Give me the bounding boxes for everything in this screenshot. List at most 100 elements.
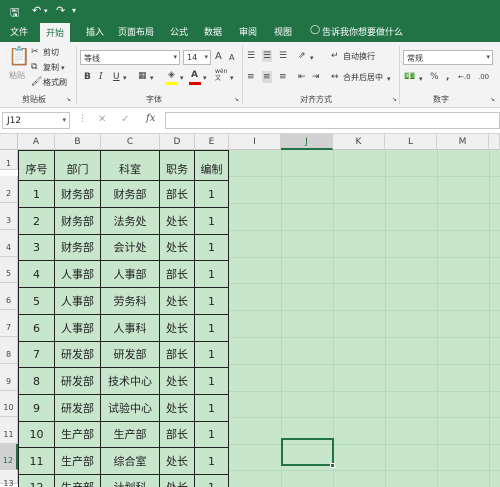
- table-cell[interactable]: 法务处: [101, 208, 160, 235]
- row-header-3[interactable]: 3: [0, 203, 18, 230]
- table-cell[interactable]: 财务部: [55, 208, 101, 235]
- table-cell[interactable]: 计划科: [101, 475, 160, 487]
- underline-dropdown-icon[interactable]: ▾: [123, 72, 127, 84]
- column-header-m[interactable]: M: [437, 134, 489, 150]
- copy-dropdown-icon[interactable]: ▾: [61, 62, 65, 74]
- wrap-text-button[interactable]: 自动换行: [343, 51, 375, 62]
- customize-quick-access-icon[interactable]: ▾: [72, 6, 76, 15]
- row-header-7[interactable]: 7: [0, 310, 18, 337]
- table-cell[interactable]: 1: [195, 315, 229, 342]
- table-cell[interactable]: 财务部: [101, 181, 160, 208]
- table-cell[interactable]: 研发部: [101, 342, 160, 368]
- align-center-icon[interactable]: ≡: [262, 71, 272, 83]
- row-header-10[interactable]: 10: [0, 391, 18, 417]
- undo-dropdown-icon[interactable]: ▾: [44, 7, 48, 15]
- table-cell[interactable]: 1: [195, 422, 229, 448]
- formula-input[interactable]: [165, 112, 500, 129]
- accounting-format-icon[interactable]: 💵: [404, 71, 415, 83]
- table-cell[interactable]: 生产部: [55, 448, 101, 475]
- insert-function-button[interactable]: fx: [146, 113, 155, 124]
- underline-button[interactable]: U: [113, 71, 120, 83]
- borders-dropdown-icon[interactable]: ▾: [150, 72, 154, 84]
- merge-center-button[interactable]: 合并后居中: [343, 72, 383, 83]
- align-left-icon[interactable]: ≡: [247, 71, 255, 83]
- table-header-cell[interactable]: 职务: [160, 150, 195, 181]
- save-icon[interactable]: 🖫: [10, 4, 19, 23]
- table-cell[interactable]: 劳务科: [101, 288, 160, 315]
- table-cell[interactable]: 处长: [160, 448, 195, 475]
- row-header-1[interactable]: 1: [0, 150, 18, 170]
- table-cell[interactable]: 1: [195, 261, 229, 288]
- increase-indent-icon[interactable]: ⇥: [312, 71, 320, 83]
- table-cell[interactable]: 1: [195, 342, 229, 368]
- orientation-dropdown-icon[interactable]: ▾: [310, 52, 314, 64]
- increase-decimal-icon[interactable]: ←.0: [458, 71, 471, 83]
- clipboard-launcher-icon[interactable]: ↘: [66, 94, 71, 106]
- font-color-dropdown-icon[interactable]: ▾: [203, 72, 207, 84]
- tell-me-box[interactable]: 告诉我你想要做什么: [322, 25, 403, 38]
- row-header-8[interactable]: 8: [0, 337, 18, 364]
- table-cell[interactable]: 11: [18, 448, 55, 475]
- top-align-icon[interactable]: ☰: [247, 50, 255, 62]
- tab-view[interactable]: 视图: [274, 25, 292, 38]
- tab-data[interactable]: 数据: [204, 25, 222, 38]
- table-cell[interactable]: 生产部: [55, 475, 101, 487]
- table-cell[interactable]: 1: [195, 395, 229, 422]
- column-header-l[interactable]: L: [385, 134, 437, 150]
- row-header-4[interactable]: 4: [0, 230, 18, 257]
- bold-button[interactable]: B: [84, 71, 91, 83]
- percent-style-button[interactable]: %: [430, 71, 439, 83]
- tab-home[interactable]: 开始: [40, 23, 71, 42]
- table-cell[interactable]: 1: [18, 181, 55, 208]
- table-cell[interactable]: 试验中心: [101, 395, 160, 422]
- table-cell[interactable]: 处长: [160, 315, 195, 342]
- table-cell[interactable]: 1: [195, 181, 229, 208]
- table-cell[interactable]: 会计处: [101, 235, 160, 261]
- number-launcher-icon[interactable]: ↘: [490, 94, 495, 106]
- table-cell[interactable]: 研发部: [55, 368, 101, 395]
- column-header-k[interactable]: K: [333, 134, 385, 150]
- phonetic-dropdown-icon[interactable]: ▾: [230, 72, 234, 84]
- accounting-dropdown-icon[interactable]: ▾: [419, 73, 423, 85]
- tab-formulas[interactable]: 公式: [170, 25, 188, 38]
- table-cell[interactable]: 人事部: [55, 261, 101, 288]
- font-color-icon[interactable]: A: [191, 69, 198, 81]
- column-header-d[interactable]: D: [160, 134, 195, 150]
- table-cell[interactable]: 财务部: [55, 235, 101, 261]
- table-cell[interactable]: 部长: [160, 342, 195, 368]
- paste-button[interactable]: 粘贴: [9, 70, 25, 81]
- grow-font-button[interactable]: A: [215, 51, 222, 63]
- table-cell[interactable]: 1: [195, 208, 229, 235]
- comma-style-button[interactable]: ,: [446, 71, 449, 83]
- row-header-9[interactable]: 9: [0, 364, 18, 391]
- table-cell[interactable]: 1: [195, 288, 229, 315]
- table-cell[interactable]: 综合室: [101, 448, 160, 475]
- table-cell[interactable]: 人事部: [55, 288, 101, 315]
- shrink-font-button[interactable]: A: [229, 52, 234, 64]
- middle-align-icon[interactable]: ☰: [262, 50, 273, 62]
- table-cell[interactable]: 处长: [160, 288, 195, 315]
- table-cell[interactable]: 1: [195, 448, 229, 475]
- table-cell[interactable]: 人事科: [101, 315, 160, 342]
- name-box[interactable]: J12 ▾: [2, 112, 70, 129]
- table-cell[interactable]: 生产部: [101, 422, 160, 448]
- table-cell[interactable]: 部长: [160, 181, 195, 208]
- copy-button[interactable]: 复制: [43, 62, 59, 73]
- table-cell[interactable]: 9: [18, 395, 55, 422]
- fill-handle[interactable]: [330, 463, 335, 468]
- column-header-e[interactable]: E: [195, 134, 229, 150]
- font-launcher-icon[interactable]: ↘: [234, 94, 239, 106]
- formula-bar-grip-icon[interactable]: ⋮: [78, 114, 87, 124]
- cancel-icon[interactable]: ✕: [98, 114, 106, 125]
- enter-icon[interactable]: ✓: [121, 114, 129, 125]
- row-header-12[interactable]: 12: [0, 444, 18, 470]
- table-cell[interactable]: 处长: [160, 368, 195, 395]
- table-cell[interactable]: 生产部: [55, 422, 101, 448]
- row-header-13[interactable]: 13: [0, 470, 18, 487]
- table-cell[interactable]: 处长: [160, 208, 195, 235]
- select-all-button[interactable]: [0, 134, 18, 150]
- table-cell[interactable]: 技术中心: [101, 368, 160, 395]
- table-cell[interactable]: 2: [18, 208, 55, 235]
- table-cell[interactable]: 5: [18, 288, 55, 315]
- table-cell[interactable]: 7: [18, 342, 55, 368]
